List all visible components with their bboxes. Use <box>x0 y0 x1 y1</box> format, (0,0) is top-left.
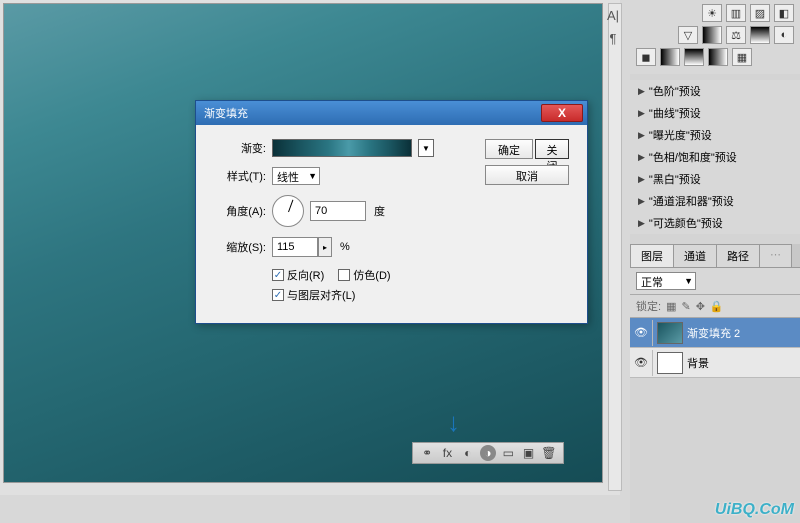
dialog-title: 渐变填充 <box>200 105 541 121</box>
style-select[interactable]: 线性 ▼ <box>272 167 320 185</box>
preset-list: ▶"色阶"预设 ▶"曲线"预设 ▶"曝光度"预设 ▶"色相/饱和度"预设 ▶"黑… <box>630 80 800 234</box>
layer-thumbnail[interactable] <box>657 352 683 374</box>
tab-layers[interactable]: 图层 <box>630 244 674 267</box>
lock-transparency-icon[interactable]: ▦ <box>666 300 676 313</box>
levels-icon[interactable]: ▥ <box>726 4 746 22</box>
angle-unit: 度 <box>374 203 385 219</box>
watermark: UiBQ.CoM <box>715 501 794 519</box>
blend-mode-select[interactable]: 正常 ▼ <box>636 272 696 290</box>
collapsed-panel-icons: A| ¶ <box>600 8 626 46</box>
layer-item[interactable]: 👁 背景 <box>630 348 800 378</box>
chevron-down-icon: ▼ <box>684 276 693 286</box>
triangle-right-icon: ▶ <box>638 174 645 185</box>
align-checkbox[interactable]: ✓ <box>272 289 284 301</box>
preset-item[interactable]: ▶"可选颜色"预设 <box>630 212 800 234</box>
scale-unit: % <box>340 241 350 253</box>
adjustment-layer-icon[interactable]: ◑ <box>480 445 496 461</box>
adjustments-panel: ☀ ▥ ▨ ◧ ▽ ⚖ ◐ ◼ ▦ <box>630 0 800 74</box>
close-button[interactable]: X <box>541 104 583 122</box>
vibrance-icon[interactable]: ▽ <box>678 26 698 44</box>
scale-input[interactable] <box>272 237 318 257</box>
paragraph-panel-icon[interactable]: ¶ <box>610 31 617 46</box>
layer-thumbnail[interactable] <box>657 322 683 344</box>
mask-icon[interactable]: ◐ <box>460 445 476 461</box>
reverse-checkbox[interactable]: ✓ <box>272 269 284 281</box>
layer-controls: 正常 ▼ <box>630 268 800 295</box>
layer-item[interactable]: 👁 渐变填充 2 <box>630 318 800 348</box>
triangle-right-icon: ▶ <box>638 86 645 97</box>
preset-item[interactable]: ▶"曝光度"预设 <box>630 124 800 146</box>
gradient-preview[interactable] <box>272 139 412 157</box>
invert-icon[interactable]: ◼ <box>636 48 656 66</box>
type-panel-icon[interactable]: A| <box>607 8 619 23</box>
layer-panel-tabs: 图层 通道 路径 ⋯ <box>630 244 800 268</box>
tab-channels[interactable]: 通道 <box>673 244 717 267</box>
lock-label: 锁定: <box>636 298 661 314</box>
triangle-right-icon: ▶ <box>638 152 645 163</box>
link-icon[interactable]: ⚭ <box>419 445 435 461</box>
triangle-right-icon: ▶ <box>638 108 645 119</box>
new-layer-icon[interactable]: ▣ <box>521 445 537 461</box>
posterize-icon[interactable] <box>660 48 680 66</box>
close-text-button[interactable]: 关闭 <box>535 139 569 159</box>
lock-position-icon[interactable]: ✥ <box>696 300 705 313</box>
preset-item[interactable]: ▶"通道混和器"预设 <box>630 190 800 212</box>
dialog-titlebar[interactable]: 渐变填充 X <box>196 101 587 125</box>
angle-label: 角度(A): <box>208 203 266 219</box>
color-balance-icon[interactable]: ⚖ <box>726 26 746 44</box>
threshold-icon[interactable] <box>684 48 704 66</box>
align-checkbox-label[interactable]: ✓ 与图层对齐(L) <box>272 287 355 303</box>
layer-bottom-toolbar: ⚭ fx ◐ ◑ ▭ ▣ 🗑 <box>412 442 564 464</box>
preset-item[interactable]: ▶"黑白"预设 <box>630 168 800 190</box>
cancel-button[interactable]: 取消 <box>485 165 569 185</box>
style-value: 线性 <box>277 172 299 184</box>
lock-pixels-icon[interactable]: ✎ <box>681 300 690 313</box>
vertical-scrollbar[interactable] <box>608 3 622 491</box>
annotation-arrow: ↓ <box>447 407 460 438</box>
triangle-right-icon: ▶ <box>638 218 645 229</box>
scale-spin-button[interactable]: ▸ <box>318 237 332 257</box>
gradient-label: 渐变: <box>208 140 266 156</box>
gradient-picker-arrow[interactable]: ▼ <box>418 139 434 157</box>
ok-button[interactable]: 确定 <box>485 139 533 159</box>
visibility-icon[interactable]: 👁 <box>634 326 648 339</box>
lock-row: 锁定: ▦ ✎ ✥ 🔒 <box>630 295 800 318</box>
bw-icon[interactable] <box>750 26 770 44</box>
fx-icon[interactable]: fx <box>439 445 455 461</box>
layer-name: 背景 <box>687 355 709 371</box>
layer-name: 渐变填充 2 <box>687 325 740 341</box>
curves-icon[interactable]: ▨ <box>750 4 770 22</box>
preset-item[interactable]: ▶"色阶"预设 <box>630 80 800 102</box>
visibility-icon[interactable]: 👁 <box>634 356 648 369</box>
angle-input[interactable] <box>310 201 366 221</box>
hue-sat-icon[interactable] <box>702 26 722 44</box>
layers-list: 👁 渐变填充 2 👁 背景 <box>630 318 800 378</box>
preset-item[interactable]: ▶"色相/饱和度"预设 <box>630 146 800 168</box>
tab-extra[interactable]: ⋯ <box>759 244 792 267</box>
selective-color-icon[interactable]: ▦ <box>732 48 752 66</box>
gradient-fill-dialog: 渐变填充 X 渐变: ▼ 样式(T): 线性 ▼ 角度(A): 度 <box>195 100 588 324</box>
reverse-checkbox-label[interactable]: ✓ 反向(R) <box>272 267 324 283</box>
scale-label: 缩放(S): <box>208 239 266 255</box>
photo-filter-icon[interactable]: ◐ <box>774 26 794 44</box>
lock-all-icon[interactable]: 🔒 <box>710 300 724 313</box>
brightness-icon[interactable]: ☀ <box>702 4 722 22</box>
exposure-icon[interactable]: ◧ <box>774 4 794 22</box>
group-icon[interactable]: ▭ <box>500 445 516 461</box>
tab-paths[interactable]: 路径 <box>716 244 760 267</box>
triangle-right-icon: ▶ <box>638 130 645 141</box>
triangle-right-icon: ▶ <box>638 196 645 207</box>
chevron-down-icon: ▼ <box>308 171 317 181</box>
right-panels: A| ¶ ☀ ▥ ▨ ◧ ▽ ⚖ ◐ ◼ ▦ ▶"色阶"预设 ▶"曲线"预设 <box>630 0 800 523</box>
angle-dial[interactable] <box>272 195 304 227</box>
delete-icon[interactable]: 🗑 <box>541 445 557 461</box>
preset-item[interactable]: ▶"曲线"预设 <box>630 102 800 124</box>
dither-checkbox[interactable] <box>338 269 350 281</box>
style-label: 样式(T): <box>208 168 266 184</box>
dither-checkbox-label[interactable]: 仿色(D) <box>338 267 390 283</box>
gradient-map-icon[interactable] <box>708 48 728 66</box>
